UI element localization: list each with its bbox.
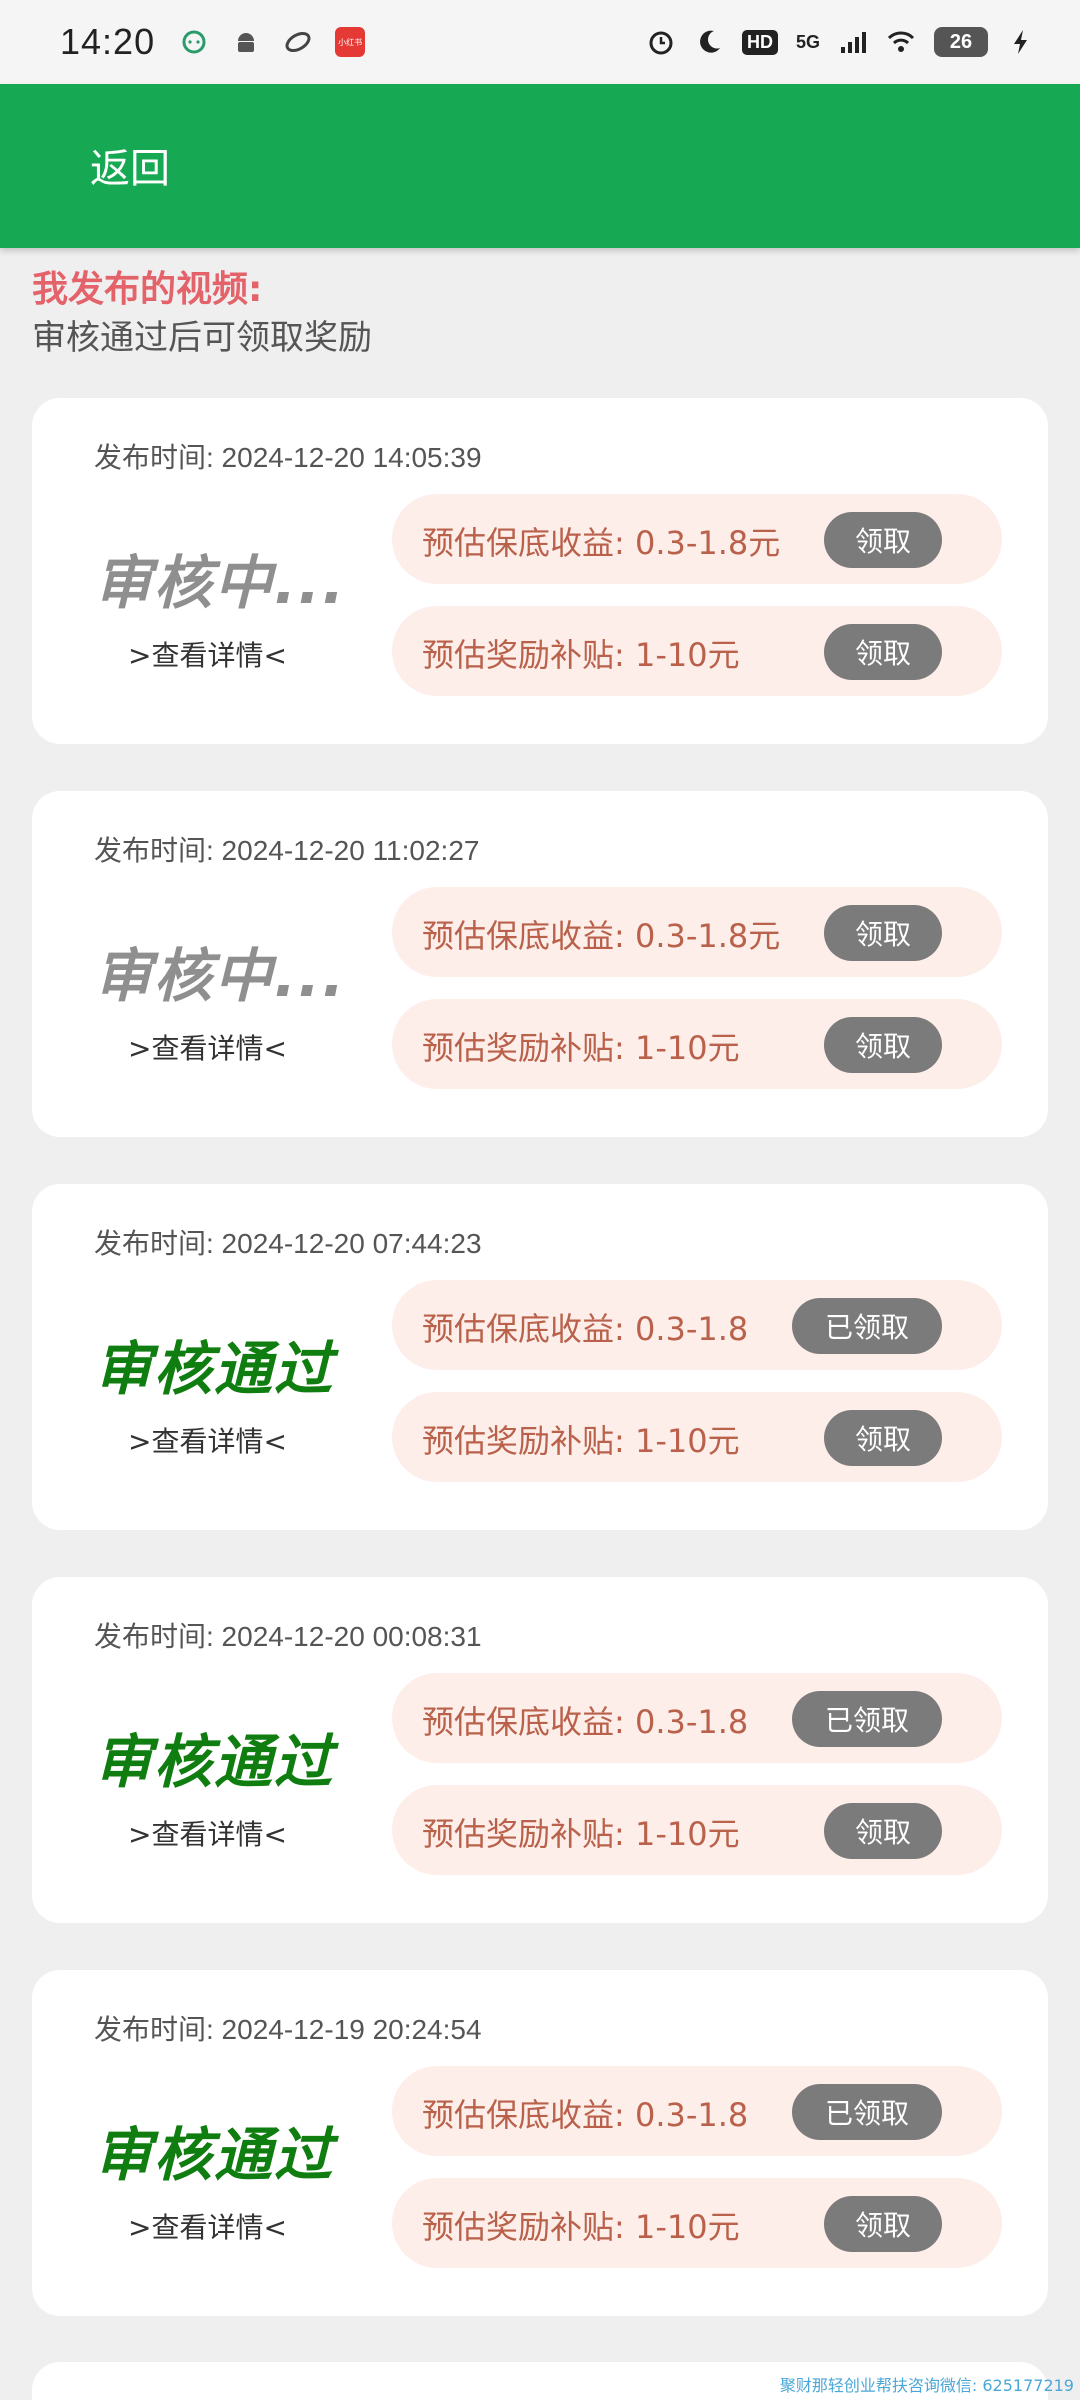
signal-icon [841, 32, 866, 53]
page-subtitle: 审核通过后可领取奖励 [32, 318, 372, 358]
view-details-link[interactable]: >查看详情< [128, 1420, 287, 1460]
battery-indicator: 26 [934, 27, 988, 57]
claim-income-button[interactable]: 领取 [824, 905, 942, 961]
reward-subsidy-label: 预估奖励补贴: 1-10元 [422, 1029, 740, 1067]
review-status: 审核中... [94, 549, 347, 617]
claim-reward-button[interactable]: 领取 [824, 624, 942, 680]
guaranteed-income-pill: 预估保底收益: 0.3-1.8 已领取 [392, 1673, 1002, 1763]
guaranteed-income-label: 预估保底收益: 0.3-1.8元 [422, 524, 781, 562]
claimed-income-button[interactable]: 已领取 [792, 1298, 942, 1354]
video-card: 发布时间: 2024-12-20 11:02:27 审核中... >查看详情< … [32, 791, 1048, 1137]
network-label: 5G [795, 31, 820, 52]
guaranteed-income-label: 预估保底收益: 0.3-1.8 [422, 1310, 749, 1348]
page-title: 我发布的视频: [32, 269, 263, 310]
guaranteed-income-pill: 预估保底收益: 0.3-1.8元 领取 [392, 887, 1002, 977]
app-badge-icon: 小红书 [335, 27, 366, 57]
hd-icon: HD [741, 29, 778, 55]
publish-time: 发布时间: 2024-12-20 00:08:31 [94, 1621, 482, 1652]
chat-bubble-icon [182, 30, 206, 54]
guaranteed-income-pill: 预估保底收益: 0.3-1.8 已领取 [392, 1280, 1002, 1370]
status-right-icons: HD 5G 26 [646, 27, 1036, 57]
review-status: 审核通过 [94, 1728, 335, 1796]
video-card: 发布时间: 2024-12-19 20:24:54 审核通过 >查看详情< 预估… [32, 1970, 1048, 2316]
publish-time: 发布时间: 2024-12-20 14:05:39 [94, 442, 482, 473]
reward-subsidy-pill: 预估奖励补贴: 1-10元 领取 [392, 999, 1002, 1089]
video-card: 发布时间: 2024-12-20 00:08:31 审核通过 >查看详情< 预估… [32, 1577, 1048, 1923]
view-details-link[interactable]: >查看详情< [128, 1813, 287, 1853]
reward-subsidy-label: 预估奖励补贴: 1-10元 [422, 1422, 740, 1460]
reward-subsidy-label: 预估奖励补贴: 1-10元 [422, 2208, 740, 2246]
guaranteed-income-label: 预估保底收益: 0.3-1.8元 [422, 917, 781, 955]
claim-reward-button[interactable]: 领取 [824, 1017, 942, 1073]
alarm-icon [649, 31, 673, 55]
guaranteed-income-pill: 预估保底收益: 0.3-1.8 已领取 [392, 2066, 1002, 2156]
video-card: 发布时间: 2024-12-20 14:05:39 审核中... >查看详情< … [32, 398, 1048, 744]
watermark-text: 聚财那轻创业帮扶咨询微信: 625177219 [779, 2376, 1074, 2395]
reward-subsidy-pill: 预估奖励补贴: 1-10元 领取 [392, 606, 1002, 696]
view-details-link[interactable]: >查看详情< [128, 634, 287, 674]
claim-reward-button[interactable]: 领取 [824, 2196, 942, 2252]
video-card: 发布时间: 2024-12-20 07:44:23 审核通过 >查看详情< 预估… [32, 1184, 1048, 1530]
view-details-link[interactable]: >查看详情< [128, 1027, 287, 1067]
reward-subsidy-pill: 预估奖励补贴: 1-10元 领取 [392, 1785, 1002, 1875]
reward-subsidy-label: 预估奖励补贴: 1-10元 [422, 636, 740, 674]
reward-subsidy-label: 预估奖励补贴: 1-10元 [422, 1815, 740, 1853]
publish-time: 发布时间: 2024-12-19 20:24:54 [94, 2014, 482, 2045]
status-left-icons: 小红书 [179, 27, 366, 57]
claim-reward-button[interactable]: 领取 [824, 1410, 942, 1466]
app-header: 返回 [0, 84, 1080, 248]
back-button[interactable]: 返回 [90, 136, 170, 194]
claim-reward-button[interactable]: 领取 [824, 1803, 942, 1859]
charging-bolt-icon [1014, 30, 1027, 54]
publish-time: 发布时间: 2024-12-20 07:44:23 [94, 1228, 482, 1259]
status-bar: 14:20 小红书 HD 5G 26 [0, 0, 1080, 84]
reward-subsidy-pill: 预估奖励补贴: 1-10元 领取 [392, 2178, 1002, 2268]
android-icon [238, 33, 255, 52]
review-status: 审核中... [94, 942, 347, 1010]
status-time: 14:20 [60, 21, 156, 62]
moon-icon [700, 30, 720, 53]
guaranteed-income-label: 预估保底收益: 0.3-1.8 [422, 1703, 749, 1741]
view-details-link[interactable]: >查看详情< [128, 2206, 287, 2246]
guaranteed-income-label: 预估保底收益: 0.3-1.8 [422, 2096, 749, 2134]
publish-time: 发布时间: 2024-12-20 11:02:27 [94, 835, 480, 866]
guaranteed-income-pill: 预估保底收益: 0.3-1.8元 领取 [392, 494, 1002, 584]
sync-icon [285, 31, 311, 53]
claimed-income-button[interactable]: 已领取 [792, 2084, 942, 2140]
wifi-icon [887, 31, 915, 52]
reward-subsidy-pill: 预估奖励补贴: 1-10元 领取 [392, 1392, 1002, 1482]
claimed-income-button[interactable]: 已领取 [792, 1691, 942, 1747]
review-status: 审核通过 [94, 1335, 335, 1403]
review-status: 审核通过 [94, 2121, 335, 2189]
claim-income-button[interactable]: 领取 [824, 512, 942, 568]
